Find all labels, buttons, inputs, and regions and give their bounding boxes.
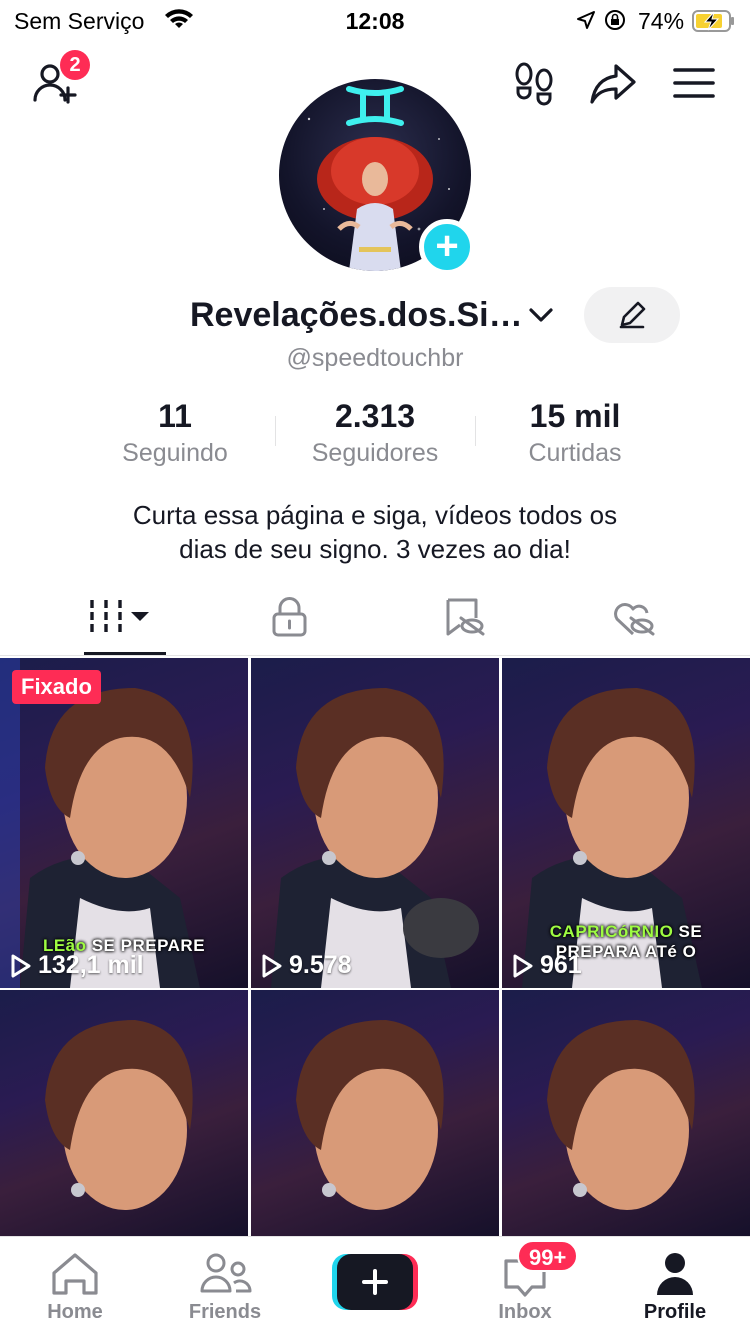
view-count-value: 961 xyxy=(540,951,582,979)
tab-favorites[interactable] xyxy=(371,586,558,656)
tab-videos[interactable] xyxy=(32,586,219,656)
view-count-value: 9.578 xyxy=(289,951,352,979)
nav-label: Profile xyxy=(643,1301,707,1323)
stat-value: 15 mil xyxy=(529,398,621,434)
stat-followers[interactable]: 2.313 Seguidores xyxy=(275,398,475,468)
play-icon xyxy=(513,954,533,977)
video-thumbnail[interactable]: CAPRICóRNIO SE PREPARA ATé O 961 xyxy=(502,658,750,988)
plus-icon: + xyxy=(435,224,459,268)
video-thumbnail[interactable]: Fixado LEão SE PREPARE 132,1 mil xyxy=(0,658,248,988)
tab-private[interactable] xyxy=(196,586,383,656)
tab-liked[interactable] xyxy=(540,586,727,656)
stat-value: 2.313 xyxy=(334,398,416,434)
grid-icon xyxy=(90,600,149,632)
bio-line: dias de seu signo. 3 vezes ao dia! xyxy=(179,534,571,564)
stat-label: Seguidores xyxy=(311,439,439,467)
video-thumbnail[interactable] xyxy=(502,990,750,1238)
bookmark-hidden-icon xyxy=(446,598,485,636)
caption-highlight: CAPRICóRNIO xyxy=(549,922,674,941)
create-button[interactable] xyxy=(332,1254,418,1310)
nav-profile[interactable]: Profile xyxy=(600,1237,750,1334)
nav-label: Inbox xyxy=(498,1301,552,1323)
menu-button[interactable] xyxy=(672,58,716,113)
caption-text: SE xyxy=(673,922,703,941)
bottom-nav: Home Friends Inbox Profile xyxy=(0,1236,750,1334)
add-avatar-button[interactable]: + xyxy=(419,219,475,275)
battery-charging-icon xyxy=(692,10,734,32)
stat-following[interactable]: 11 Seguindo xyxy=(75,398,275,468)
stat-likes[interactable]: 15 mil Curtidas xyxy=(475,398,675,468)
view-count-value: 132,1 mil xyxy=(38,951,144,979)
pinned-badge: Fixado xyxy=(12,670,101,704)
video-thumbnail[interactable]: 9.578 xyxy=(251,658,499,988)
add-friend-button[interactable]: 2 xyxy=(30,50,90,108)
rotation-lock-icon xyxy=(605,10,625,30)
play-icon xyxy=(11,954,31,977)
content-tabs xyxy=(0,586,750,656)
stat-label: Curtidas xyxy=(528,439,622,467)
home-icon xyxy=(52,1253,98,1295)
view-count: 9.578 xyxy=(261,951,352,980)
nav-friends[interactable]: Friends xyxy=(150,1237,300,1334)
bio-line: Curta essa página e siga, vídeos todos o… xyxy=(132,500,618,530)
thumbnail-image xyxy=(296,1020,444,1210)
nav-label: Friends xyxy=(188,1301,262,1323)
play-icon xyxy=(262,954,282,977)
stat-value: 11 xyxy=(158,398,192,434)
edit-profile-button[interactable] xyxy=(584,287,680,343)
video-thumbnail[interactable] xyxy=(0,990,248,1238)
lock-icon xyxy=(272,597,307,637)
share-arrow-icon xyxy=(590,64,636,104)
inbox-badge: 99+ xyxy=(517,1240,579,1272)
nav-label: Home xyxy=(47,1301,103,1323)
footprints-button[interactable] xyxy=(512,58,556,113)
stat-label: Seguindo xyxy=(122,439,228,467)
chevron-down-icon[interactable] xyxy=(528,306,554,324)
friends-icon xyxy=(200,1253,252,1293)
display-name[interactable]: Revelações.dos.Si… xyxy=(190,296,523,335)
pencil-icon xyxy=(619,301,646,329)
view-count: 961 xyxy=(512,951,582,980)
status-bar: Sem Serviço 12:08 74% xyxy=(0,0,750,44)
profile-stats: 11 Seguindo 2.313 Seguidores 15 mil Curt… xyxy=(75,398,675,478)
create-plus-icon xyxy=(332,1254,418,1310)
footprints-icon xyxy=(515,62,553,106)
location-arrow-icon xyxy=(577,11,595,29)
battery-percent: 74% xyxy=(638,8,685,34)
profile-person-icon xyxy=(657,1253,693,1295)
nav-home[interactable]: Home xyxy=(0,1237,150,1334)
video-thumbnail[interactable] xyxy=(251,990,499,1238)
heart-hidden-icon xyxy=(614,603,655,636)
thumbnail-image xyxy=(271,688,479,988)
profile-bio: Curta essa página e siga, vídeos todos o… xyxy=(60,498,690,566)
active-tab-indicator xyxy=(84,652,166,655)
view-count: 132,1 mil xyxy=(10,951,144,980)
thumbnail-image xyxy=(45,1020,193,1210)
hamburger-menu-icon xyxy=(673,68,715,98)
username: @speedtouchbr xyxy=(286,344,464,372)
share-profile-button[interactable] xyxy=(588,58,638,113)
notification-badge: 2 xyxy=(60,50,90,80)
thumbnail-image xyxy=(547,1020,695,1210)
